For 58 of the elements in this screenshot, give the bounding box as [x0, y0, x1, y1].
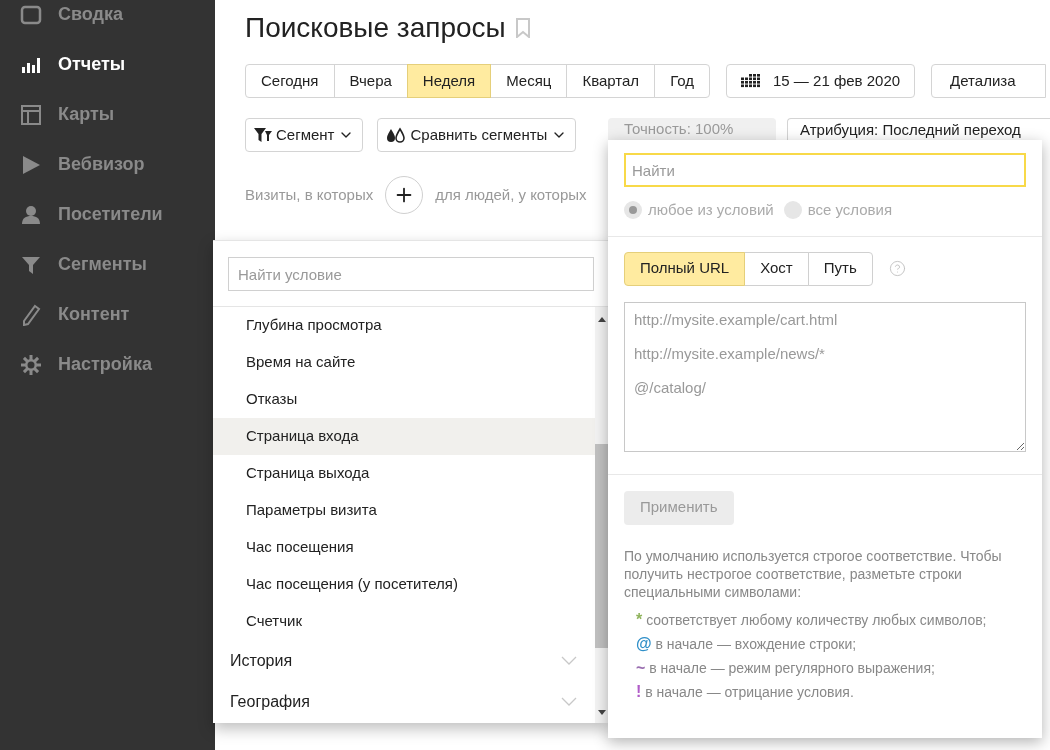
layout-icon — [20, 103, 42, 126]
sidebar-item[interactable]: Отчеты — [0, 52, 215, 77]
drops-icon — [386, 127, 407, 143]
condition-label: для людей, у которых — [435, 184, 587, 205]
pencil-icon — [20, 303, 42, 326]
condition-item[interactable]: Параметры визита — [213, 492, 595, 529]
dashboard-icon — [20, 3, 42, 26]
sidebar-item[interactable]: Вебвизор — [0, 152, 215, 177]
condition-item[interactable]: Час посещения (у посетителя) — [213, 566, 595, 603]
condition-item[interactable]: Счетчик — [213, 603, 595, 640]
condition-item[interactable]: Страница выхода — [213, 455, 595, 492]
condition-item[interactable]: Время на сайте — [213, 344, 595, 381]
calendar-icon — [741, 74, 761, 88]
gear-icon — [20, 353, 42, 376]
segment-button[interactable]: Сегмент — [245, 118, 364, 152]
scroll-down-icon[interactable] — [598, 710, 606, 715]
search-field[interactable]: Найти — [624, 153, 1026, 187]
condition-item[interactable]: Отказы — [213, 381, 595, 418]
condition-group[interactable]: География — [213, 681, 595, 722]
period-tab[interactable]: Квартал — [566, 64, 656, 98]
period-tab[interactable]: Месяц — [490, 64, 568, 98]
chevron-icon — [561, 656, 577, 665]
syntax-hint: * соответствует любому количеству любых символов; — [636, 610, 988, 629]
sidebar-item[interactable]: Настройка — [0, 352, 215, 377]
syntax-hint: @ в начале — вхождение строки; — [636, 634, 858, 653]
period-tab[interactable]: Неделя — [406, 64, 492, 98]
period-tab[interactable]: Вчера — [333, 64, 408, 98]
syntax-hint: ! в начале — отрицание условия. — [636, 682, 855, 701]
condition-group[interactable]: История — [213, 640, 595, 681]
condition-item[interactable]: Час посещения — [213, 529, 595, 566]
scroll-up-icon[interactable] — [598, 317, 606, 322]
play-icon — [20, 153, 42, 176]
sidebar-item[interactable]: Сегменты — [0, 252, 215, 277]
condition-label: Визиты, в которых — [245, 184, 374, 205]
condition-item[interactable]: Страница входа — [213, 418, 595, 455]
person-icon — [20, 203, 42, 226]
condition-item[interactable]: Глубина просмотра — [213, 307, 595, 344]
compare-segments-button[interactable]: Сравнить сегменты — [377, 118, 577, 152]
date-range-button[interactable]: 15 — 21 фев 2020 — [726, 64, 916, 98]
sidebar-item[interactable]: Сводка — [0, 2, 215, 27]
help-text: По умолчанию используется строгое соответствие. Чтобы получить нестрогое соответствие, разметьте строки специальными символами: — [624, 546, 1003, 601]
chevron-icon — [561, 697, 577, 706]
mode-tab[interactable]: Полный URL — [624, 251, 746, 286]
mode-tab[interactable]: Путь — [807, 251, 873, 286]
sidebar-item[interactable]: Контент — [0, 302, 215, 327]
detail-button[interactable]: Детализа — [931, 64, 1047, 98]
url-values-field[interactable]: http://mysite.example/cart.html http://mysite.example/news/* @/catalog/ — [624, 301, 1026, 452]
period-tab[interactable]: Год — [654, 64, 710, 98]
syntax-hint: ~ в начале — режим регулярного выражения; — [636, 658, 936, 677]
mode-tab[interactable]: Хост — [744, 251, 809, 286]
sidebar-item[interactable]: Карты — [0, 102, 215, 127]
condition-search-field[interactable]: Найти условие — [228, 257, 594, 291]
sidebar-item[interactable]: Посетители — [0, 202, 215, 227]
scrollbar-thumb[interactable] — [595, 444, 609, 648]
filter-icon — [254, 128, 272, 142]
period-tab[interactable]: Сегодня — [245, 64, 335, 98]
add-condition-button[interactable] — [385, 176, 424, 214]
page-title: Поисковые запросы — [245, 11, 506, 45]
